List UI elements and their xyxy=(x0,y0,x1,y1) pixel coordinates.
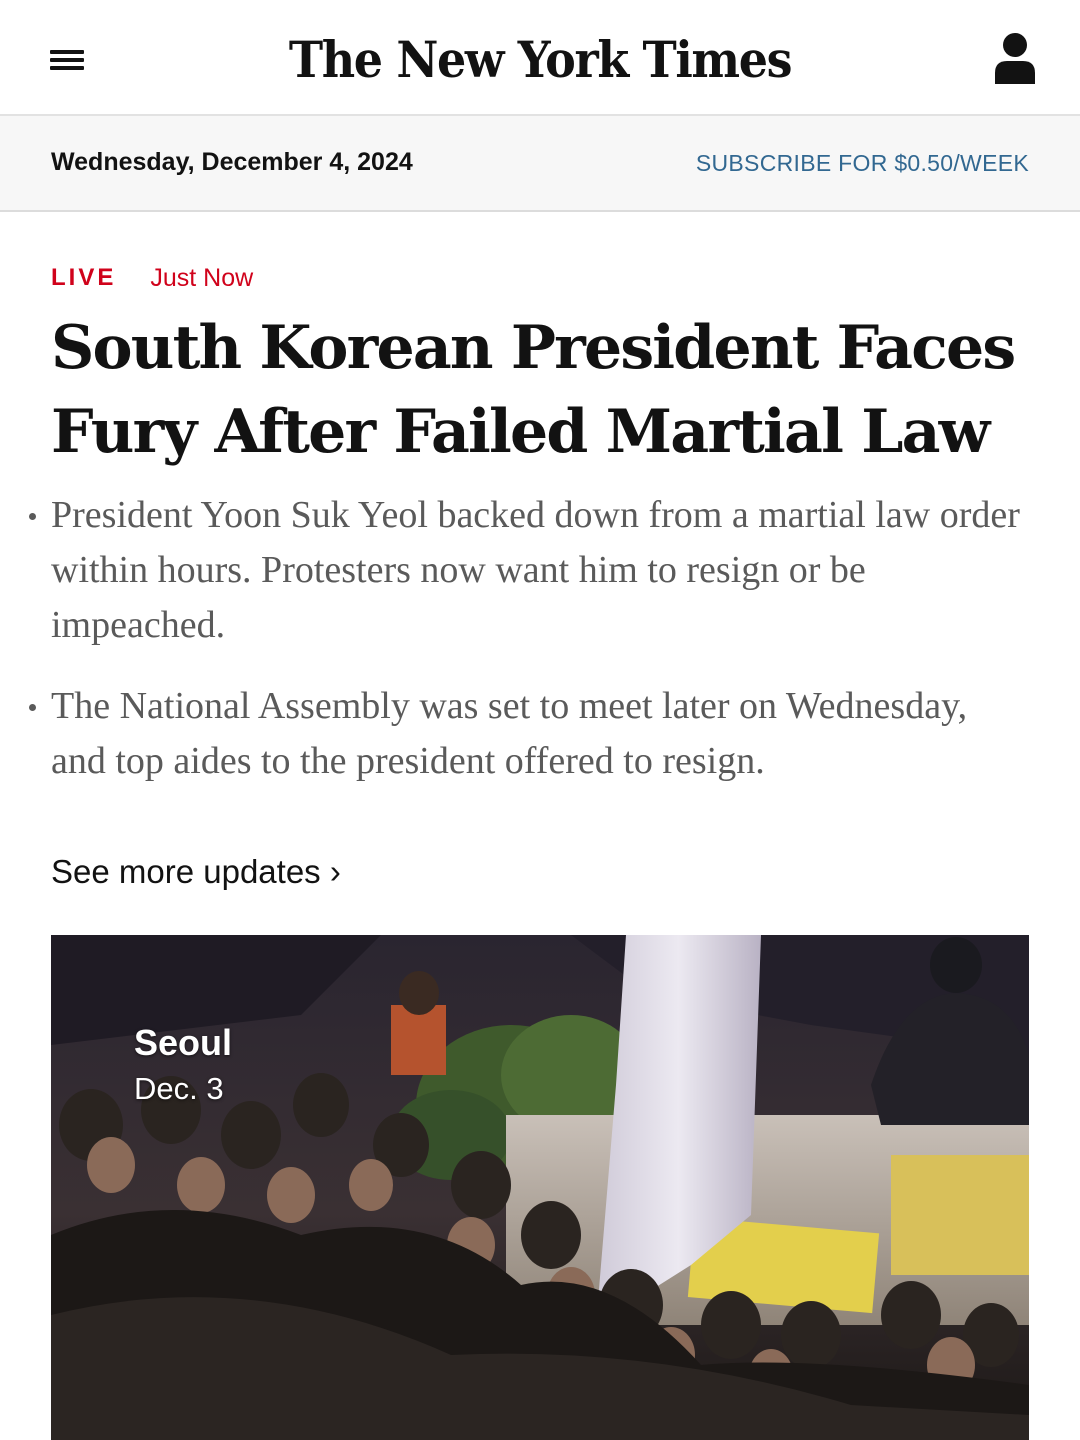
subscribe-link[interactable]: SUBSCRIBE FOR $0.50/WEEK xyxy=(696,150,1029,177)
article-kicker: LIVE Just Now xyxy=(51,262,253,294)
video-player[interactable]: Seoul Dec. 3 xyxy=(51,935,1029,1440)
see-more-updates-link[interactable]: See more updates › xyxy=(51,853,341,891)
menu-line xyxy=(50,66,84,70)
summary-item: The National Assembly was set to meet la… xyxy=(0,679,1080,789)
summary-text: President Yoon Suk Yeol backed down from… xyxy=(51,494,1020,646)
protest-scene-image xyxy=(51,935,1029,1440)
user-account-icon[interactable] xyxy=(990,30,1040,88)
update-timestamp: Just Now xyxy=(150,263,254,292)
summary-item: President Yoon Suk Yeol backed down from… xyxy=(0,488,1080,653)
menu-line xyxy=(50,50,84,54)
bullet-icon xyxy=(29,704,36,711)
current-date: Wednesday, December 4, 2024 xyxy=(51,148,413,176)
caption-date: Dec. 3 xyxy=(134,1071,224,1106)
summary-list: President Yoon Suk Yeol backed down from… xyxy=(0,488,1080,815)
live-badge: LIVE xyxy=(51,264,117,291)
caption-location: Seoul xyxy=(134,1022,233,1063)
menu-line xyxy=(50,58,84,62)
bullet-icon xyxy=(29,513,36,520)
summary-text: The National Assembly was set to meet la… xyxy=(51,685,968,782)
date-subscribe-bar: Wednesday, December 4, 2024 SUBSCRIBE FO… xyxy=(0,116,1080,212)
article-headline[interactable]: South Korean President Faces Fury After … xyxy=(51,306,1041,474)
nyt-logo[interactable]: The New York Times xyxy=(264,22,816,96)
video-caption: Seoul Dec. 3 xyxy=(134,1023,232,1107)
site-header: The New York Times xyxy=(0,0,1080,116)
hamburger-menu-icon[interactable] xyxy=(44,38,92,82)
